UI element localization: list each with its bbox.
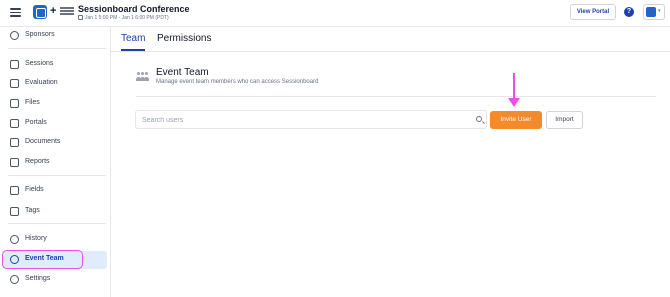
search-input[interactable]: [142, 114, 462, 126]
users-icon: [10, 31, 19, 40]
sidebar-item-reports[interactable]: Reports: [3, 154, 107, 172]
view-portal-button[interactable]: View Portal: [570, 4, 616, 20]
sidebar-item-label: Evaluation: [25, 79, 58, 86]
sidebar-item-label: Settings: [25, 275, 51, 282]
sidebar-divider: [8, 175, 106, 176]
conference-title: Sessionboard Conference: [78, 4, 190, 14]
portal-icon: [10, 119, 19, 128]
top-bar: + Sessionboard Conference Jan 1 5:00 PM …: [0, 0, 670, 27]
arrow-head: [508, 98, 520, 107]
active-tab-indicator: [121, 49, 145, 51]
user-menu-button[interactable]: ▾: [643, 4, 665, 20]
search-field[interactable]: [135, 110, 487, 129]
calendar-icon: [10, 60, 19, 69]
team-icon: [136, 72, 149, 81]
sidebar-item-label: Tags: [25, 207, 40, 214]
sidebar-item-settings[interactable]: Settings: [3, 271, 107, 289]
evaluation-icon: [10, 79, 19, 88]
hamburger-menu-icon[interactable]: [10, 8, 21, 17]
avatar: [646, 7, 656, 17]
sessionboard-logo: [33, 5, 47, 19]
sidebar-item-history[interactable]: History: [3, 231, 107, 249]
chart-icon: [10, 158, 19, 167]
tab-permissions[interactable]: Permissions: [157, 33, 211, 44]
sidebar-item-sponsors[interactable]: Sponsors: [3, 27, 107, 45]
page-subtitle: Manage event team members who can access…: [156, 79, 319, 85]
sidebar-item-label: Portals: [25, 119, 47, 126]
sidebar-divider: [8, 48, 106, 49]
search-icon: [476, 116, 482, 122]
page-title: Event Team: [156, 67, 209, 78]
sidebar-item-label: Sponsors: [25, 31, 55, 38]
history-icon: [10, 235, 19, 244]
gear-icon: [10, 275, 19, 284]
document-icon: [10, 138, 19, 147]
sidebar-item-fields[interactable]: Fields: [3, 182, 107, 200]
sidebar-item-files[interactable]: Files: [3, 95, 107, 113]
sidebar-item-tags[interactable]: Tags: [3, 203, 107, 221]
chevron-down-icon: ▾: [658, 8, 661, 14]
tag-icon: [10, 207, 19, 216]
sidebar-item-label: Files: [25, 99, 40, 106]
calendar-icon: [78, 15, 83, 20]
play-icon: [10, 99, 19, 108]
organization-logo: [60, 7, 74, 16]
annotation-highlight: [2, 250, 83, 269]
sidebar-item-evaluation[interactable]: Evaluation: [3, 75, 107, 93]
import-button[interactable]: Import: [546, 111, 583, 129]
plus-separator: +: [50, 5, 57, 17]
sidebar-item-label: Reports: [25, 158, 50, 165]
sidebar-item-label: History: [25, 235, 47, 242]
sidebar-item-label: Sessions: [25, 60, 54, 67]
conference-dates: Jan 1 5:00 PM - Jan 1 6:00 PM (PDT): [78, 15, 169, 21]
sidebar-item-documents[interactable]: Documents: [3, 134, 107, 152]
section-divider: [136, 96, 656, 97]
fields-icon: [10, 186, 19, 195]
tab-bar: Team Permissions: [111, 27, 670, 52]
help-icon[interactable]: ?: [624, 7, 634, 17]
annotation-arrow: [508, 73, 520, 107]
tab-team[interactable]: Team: [121, 33, 145, 44]
sidebar-item-sessions[interactable]: Sessions: [3, 56, 107, 74]
sidebar-item-portals[interactable]: Portals: [3, 115, 107, 133]
sidebar-item-label: Fields: [25, 186, 44, 193]
sidebar-item-label: Documents: [25, 138, 61, 145]
sidebar-divider: [8, 223, 106, 224]
invite-user-button[interactable]: Invite User: [490, 111, 542, 129]
